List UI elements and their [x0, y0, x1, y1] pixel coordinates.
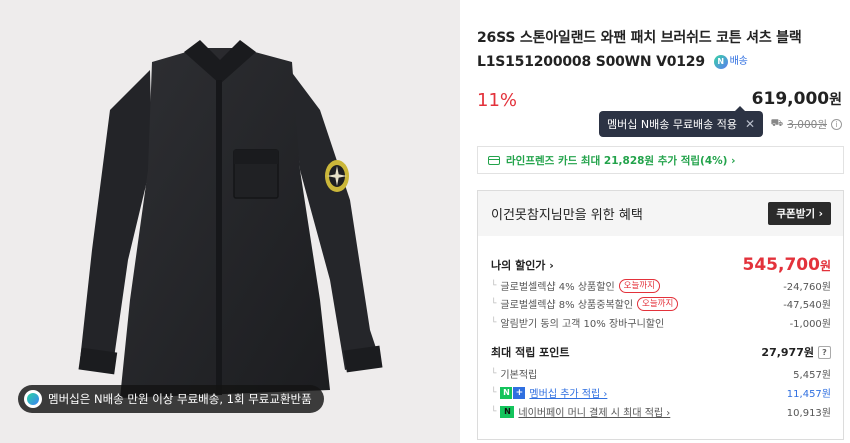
- point-value: 10,913원: [786, 408, 831, 419]
- tree-branch-icon: └: [491, 298, 497, 309]
- discount-label: 알림받기 동의 고객 10% 장바구니할인: [500, 319, 665, 330]
- naverpay-points-link[interactable]: 네이버페이 머니 결제 시 최대 적립 ›: [518, 404, 670, 419]
- my-price-currency: 원: [819, 259, 831, 273]
- today-only-tag: 오늘까지: [618, 278, 660, 293]
- shipping-fee-original: 3,000원: [787, 119, 827, 131]
- tree-branch-icon: └: [491, 368, 497, 379]
- benefit-header: 이건못참지님만을 위한 혜택 쿠폰받기 ›: [478, 191, 843, 236]
- naverpay-icon: N: [500, 405, 515, 418]
- discount-row: └ 글로벌셀렉샵 8% 상품중복할인 오늘까지 -47,540원: [491, 296, 831, 311]
- membership-points-link[interactable]: 멤버십 추가 적립 ›: [529, 385, 607, 400]
- n-plus-membership-icon: N +: [500, 386, 526, 399]
- my-price-label[interactable]: 나의 할인가 ›: [491, 257, 554, 273]
- discount-rate: 11%: [477, 90, 518, 111]
- points-label: 최대 적립 포인트: [491, 346, 570, 359]
- benefit-title: 이건못참지님만을 위한 혜택: [491, 208, 643, 223]
- point-row: └ N + 멤버십 추가 적립 › 11,457원: [491, 385, 831, 400]
- help-icon[interactable]: ?: [818, 345, 831, 359]
- membership-promo-text: 멤버십은 N배송 만원 이상 무료배송, 1회 무료교환반품: [48, 392, 312, 406]
- product-title-text: 26SS 스톤아일랜드 와팬 패치 브러쉬드 코튼 셔츠 블랙 L1S15120…: [477, 30, 802, 70]
- discount-row: └ 알림받기 동의 고객 10% 장바구니할인 -1,000원: [491, 315, 831, 331]
- sale-price-currency: 원: [829, 92, 842, 108]
- n-delivery-badge: N 배송: [713, 50, 748, 74]
- discount-row: └ 글로벌셀렉샵 4% 상품할인 오늘까지 -24,760원: [491, 278, 831, 293]
- coupon-button[interactable]: 쿠폰받기 ›: [768, 202, 831, 225]
- benefit-box: 이건못참지님만을 위한 혜택 쿠폰받기 › 나의 할인가 › 545,700원 …: [477, 190, 844, 440]
- card-promo-text: 라인프렌즈 카드 최대 21,828원 추가 적립(4%) ›: [506, 154, 736, 167]
- tree-branch-icon: └: [491, 387, 497, 398]
- my-price-value: 545,700: [742, 255, 820, 275]
- today-only-tag: 오늘까지: [637, 296, 679, 311]
- discount-value: -24,760원: [783, 282, 831, 293]
- discount-value: -1,000원: [789, 319, 831, 330]
- points-total-value: 27,977원: [761, 346, 814, 359]
- sale-price-value: 619,000: [751, 89, 830, 109]
- point-value: 5,457원: [793, 370, 831, 381]
- discount-label: 글로벌셀렉샵 8% 상품중복할인: [500, 300, 634, 311]
- point-value: 11,457원: [786, 389, 831, 400]
- my-price-row: 나의 할인가 › 545,700원: [491, 255, 831, 275]
- points-row: 최대 적립 포인트 27,977원?: [491, 344, 831, 360]
- sale-price: 619,000원: [752, 89, 842, 109]
- points-total: 27,977원?: [761, 344, 831, 360]
- card-promo-banner[interactable]: 라인프렌즈 카드 최대 21,828원 추가 적립(4%) ›: [477, 146, 844, 174]
- shipping-fee: ⛟ 3,000원 i: [771, 117, 842, 132]
- point-row: └ 기본적립 5,457원: [491, 366, 831, 382]
- product-image: 멤버십은 N배송 만원 이상 무료배송, 1회 무료교환반품: [0, 0, 460, 443]
- my-price: 545,700원: [743, 255, 831, 275]
- discount-value: -47,540원: [783, 300, 831, 311]
- shipping-tooltip: 멤버십 N배송 무료배송 적용 ✕: [599, 106, 764, 137]
- shipping-tooltip-text: 멤버십 N배송 무료배송 적용: [607, 118, 738, 131]
- n-delivery-icon: N: [713, 55, 728, 69]
- point-row: └ N 네이버페이 머니 결제 시 최대 적립 › 10,913원: [491, 404, 831, 419]
- n-delivery-label: 배송: [729, 56, 748, 67]
- membership-promo-pill: 멤버십은 N배송 만원 이상 무료배송, 1회 무료교환반품: [18, 385, 324, 413]
- info-icon[interactable]: i: [831, 119, 842, 130]
- truck-icon: ⛟: [770, 118, 784, 129]
- shirt-illustration: [78, 40, 383, 398]
- membership-icon: [24, 390, 42, 408]
- tree-branch-icon: └: [491, 280, 497, 291]
- product-info: 26SS 스톤아일랜드 와팬 패치 브러쉬드 코튼 셔츠 블랙 L1S15120…: [477, 0, 850, 443]
- tree-branch-icon: └: [491, 406, 497, 417]
- close-icon[interactable]: ✕: [745, 117, 755, 131]
- tree-branch-icon: └: [491, 317, 497, 328]
- discount-label: 글로벌셀렉샵 4% 상품할인: [500, 282, 615, 293]
- product-title: 26SS 스톤아일랜드 와팬 패치 브러쉬드 코튼 셔츠 블랙 L1S15120…: [477, 26, 842, 74]
- point-label: 기본적립: [500, 370, 538, 381]
- credit-card-icon: [488, 155, 500, 165]
